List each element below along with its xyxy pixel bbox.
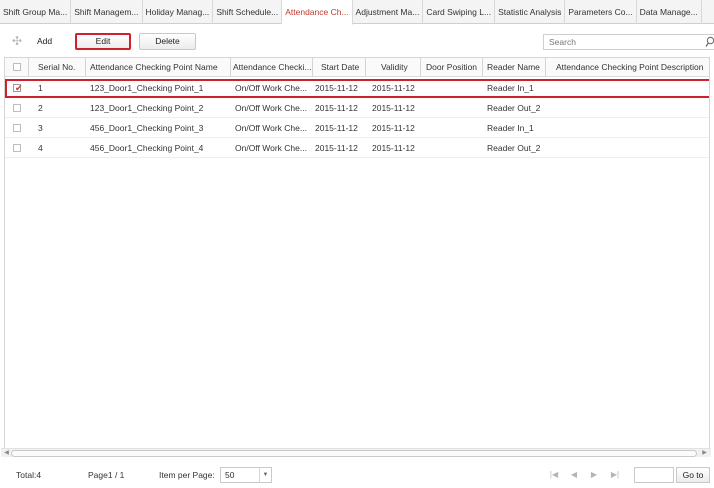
row-checkbox[interactable] — [13, 104, 21, 112]
cell-start-date: 2015-11-12 — [315, 103, 358, 113]
search-box — [543, 34, 714, 50]
cell-reader-name: Reader Out_2 — [487, 143, 541, 153]
chevron-down-icon[interactable]: ▼ — [259, 468, 271, 482]
horizontal-scrollbar[interactable]: ◀ ▶ — [1, 448, 711, 457]
cell-checkpoint-name: 123_Door1_Checking Point_1 — [90, 83, 204, 93]
toolbar: ✣ Add Edit Delete — [6, 33, 714, 53]
scroll-left-arrow-icon[interactable]: ◀ — [2, 449, 11, 458]
last-page-icon[interactable]: ▶| — [608, 467, 622, 483]
row-checkbox[interactable]: ✔ — [13, 83, 23, 93]
edit-button[interactable]: Edit — [75, 33, 131, 50]
tab-shift-schedule[interactable]: Shift Schedule... — [213, 0, 283, 24]
header-checkpoint-type[interactable]: Attendance Checki... — [231, 58, 313, 77]
total-count: Total:4 — [16, 470, 42, 480]
cell-checkpoint-name: 123_Door1_Checking Point_2 — [90, 103, 204, 113]
search-icon[interactable] — [705, 36, 714, 48]
items-per-page-select[interactable]: 50 ▼ — [220, 467, 272, 483]
header-serial-no[interactable]: Serial No. — [29, 58, 86, 77]
cell-validity: 2015-11-12 — [372, 83, 415, 93]
cell-checkpoint-type: On/Off Work Che... — [235, 83, 307, 93]
table-row[interactable]: 3 456_Door1_Checking Point_3 On/Off Work… — [5, 119, 709, 138]
row-checkbox[interactable] — [13, 144, 21, 152]
table-row[interactable]: 4 456_Door1_Checking Point_4 On/Off Work… — [5, 139, 709, 158]
cell-checkpoint-name: 456_Door1_Checking Point_3 — [90, 123, 204, 133]
header-reader-name[interactable]: Reader Name — [483, 58, 546, 77]
cell-checkpoint-name: 456_Door1_Checking Point_4 — [90, 143, 204, 153]
scrollbar-thumb[interactable] — [11, 450, 697, 457]
cell-checkpoint-type: On/Off Work Che... — [235, 103, 307, 113]
cell-validity: 2015-11-12 — [372, 123, 415, 133]
table-row[interactable]: 2 123_Door1_Checking Point_2 On/Off Work… — [5, 99, 709, 118]
scroll-right-arrow-icon[interactable]: ▶ — [700, 449, 709, 458]
cell-reader-name: Reader In_1 — [487, 83, 534, 93]
cell-reader-name: Reader In_1 — [487, 123, 534, 133]
header-select-all-cell — [5, 58, 29, 77]
cell-validity: 2015-11-12 — [372, 143, 415, 153]
goto-page-input[interactable] — [634, 467, 674, 483]
cell-reader-name: Reader Out_2 — [487, 103, 541, 113]
tab-card-swiping-log[interactable]: Card Swiping L... — [423, 0, 496, 24]
header-door-position[interactable]: Door Position — [421, 58, 483, 77]
cell-checkpoint-type: On/Off Work Che... — [235, 143, 307, 153]
add-button[interactable]: ✣ Add — [8, 33, 60, 50]
cell-serial-no: 1 — [38, 83, 43, 93]
tab-shift-management[interactable]: Shift Managem... — [71, 0, 143, 24]
cell-serial-no: 3 — [38, 123, 43, 133]
page-indicator: Page1 / 1 — [88, 470, 125, 480]
add-icon: ✣ — [12, 34, 23, 48]
goto-button[interactable]: Go to — [676, 467, 710, 483]
add-button-label: Add — [37, 36, 53, 46]
tab-shift-group[interactable]: Shift Group Ma... — [0, 0, 72, 24]
tab-data-management[interactable]: Data Manage... — [637, 0, 702, 24]
tab-parameters-config[interactable]: Parameters Co... — [565, 0, 637, 24]
header-checkpoint-description[interactable]: Attendance Checking Point Description — [546, 58, 709, 77]
table-header: Serial No. Attendance Checking Point Nam… — [5, 58, 709, 77]
items-per-page-value: 50 — [225, 470, 235, 480]
header-validity[interactable]: Validity — [366, 58, 421, 77]
tab-attendance-checking[interactable]: Attendance Ch... — [282, 0, 353, 25]
cell-serial-no: 4 — [38, 143, 43, 153]
attendance-checkpoint-table: Serial No. Attendance Checking Point Nam… — [4, 57, 710, 453]
delete-button[interactable]: Delete — [139, 33, 196, 50]
tab-statistic-analysis[interactable]: Statistic Analysis — [495, 0, 566, 24]
tab-adjustment-management[interactable]: Adjustment Ma... — [353, 0, 424, 24]
cell-start-date: 2015-11-12 — [315, 143, 358, 153]
cell-checkpoint-type: On/Off Work Che... — [235, 123, 307, 133]
items-per-page-label: Item per Page: — [159, 470, 215, 480]
tab-bar: Shift Group Ma... Shift Managem... Holid… — [0, 0, 714, 25]
cell-start-date: 2015-11-12 — [315, 83, 358, 93]
table-row[interactable]: ✔ 1 123_Door1_Checking Point_1 On/Off Wo… — [5, 79, 709, 98]
cell-start-date: 2015-11-12 — [315, 123, 358, 133]
previous-page-icon[interactable]: ◀ — [567, 467, 581, 483]
row-checkbox[interactable] — [13, 124, 21, 132]
select-all-checkbox[interactable] — [13, 63, 21, 71]
checkmark-icon: ✔ — [15, 83, 23, 93]
cell-serial-no: 2 — [38, 103, 43, 113]
search-input[interactable] — [544, 35, 694, 49]
next-page-icon[interactable]: ▶ — [587, 467, 601, 483]
header-checkpoint-name[interactable]: Attendance Checking Point Name — [86, 58, 231, 77]
cell-validity: 2015-11-12 — [372, 103, 415, 113]
pagination-footer: Total:4 Page1 / 1 Item per Page: 50 ▼ |◀… — [0, 462, 714, 488]
first-page-icon[interactable]: |◀ — [547, 467, 561, 483]
header-start-date[interactable]: Start Date — [313, 58, 366, 77]
tab-holiday-management[interactable]: Holiday Manag... — [143, 0, 214, 24]
